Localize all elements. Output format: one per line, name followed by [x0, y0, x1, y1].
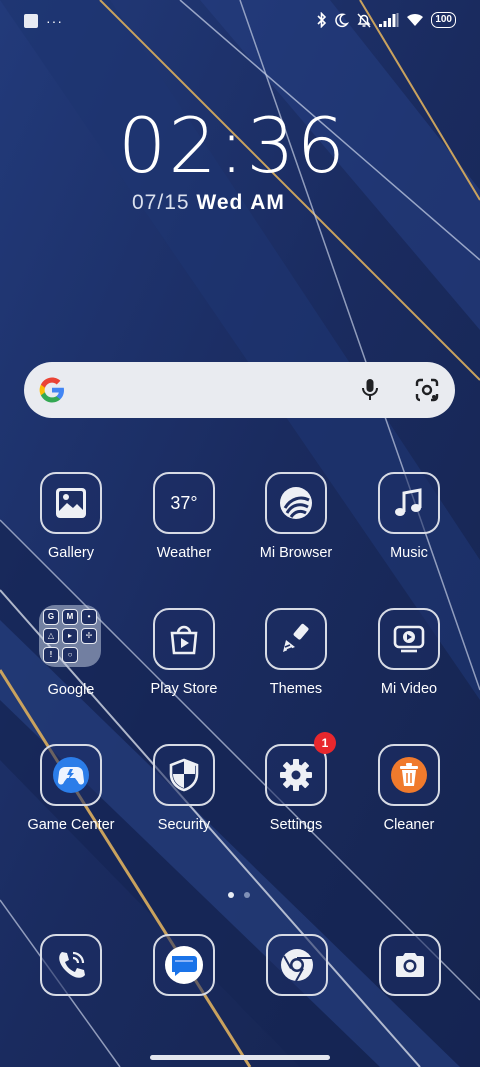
google-lens-icon[interactable]: [414, 377, 440, 403]
app-mi-video[interactable]: Mi Video: [353, 608, 465, 718]
app-label: Weather: [156, 545, 212, 561]
app-label: Cleaner: [383, 817, 435, 833]
app-cleaner[interactable]: Cleaner: [353, 744, 465, 854]
mi-video-icon: [378, 608, 440, 670]
gallery-icon: [40, 472, 102, 534]
bluetooth-icon: [317, 12, 327, 28]
app-mi-browser[interactable]: Mi Browser: [240, 472, 352, 582]
themes-icon: [265, 608, 327, 670]
camera-icon: [379, 934, 441, 996]
wifi-icon: [407, 13, 424, 26]
ampm-text: AM: [250, 191, 285, 214]
gmail-mini-icon: M: [62, 609, 78, 625]
mi-browser-icon: [265, 472, 327, 534]
app-label: Settings: [269, 817, 323, 833]
weather-temp: 37°: [170, 492, 198, 513]
app-play-store[interactable]: Play Store: [128, 608, 240, 718]
drive-mini-icon: △: [43, 628, 59, 644]
signal-icon: [379, 13, 399, 27]
maps-mini-icon: •: [81, 609, 97, 625]
app-themes[interactable]: Themes: [240, 608, 352, 718]
app-gallery[interactable]: Gallery: [15, 472, 127, 582]
weekday-text: Wed: [196, 191, 244, 214]
app-music[interactable]: Music: [353, 472, 465, 582]
meet-mini-icon: ▸: [62, 628, 78, 644]
app-label: Gallery: [48, 545, 94, 561]
music-icon: [378, 472, 440, 534]
google-folder-icon: G M • △ ▸ ✢ ! ○: [39, 605, 101, 667]
google-logo-icon: [39, 377, 64, 403]
dock-chrome[interactable]: [266, 934, 328, 996]
app-game-center[interactable]: Game Center: [15, 744, 127, 854]
app-weather[interactable]: 37° Weather: [128, 472, 240, 582]
weather-icon: 37°: [153, 472, 215, 534]
google-search-bar[interactable]: [24, 362, 455, 418]
notification-icon: [24, 14, 38, 28]
more-notifications-icon: ···: [46, 13, 63, 29]
page-dot: [244, 892, 250, 898]
date-text: 07/15: [132, 191, 190, 214]
status-bar: ··· 100: [0, 0, 480, 44]
app-label: Mi Browser: [259, 545, 333, 561]
app-label: Themes: [269, 681, 323, 697]
clock-date[interactable]: 07/15 Wed AM: [132, 191, 285, 215]
cleaner-icon: [378, 744, 440, 806]
google-mini-icon: G: [43, 609, 59, 625]
assistant-mini-icon: !: [43, 647, 59, 663]
do-not-disturb-icon: [335, 13, 350, 28]
home-indicator[interactable]: [150, 1055, 330, 1060]
dock-messages[interactable]: [153, 934, 215, 996]
app-google-folder[interactable]: G M • △ ▸ ✢ ! ○ Google: [15, 605, 127, 715]
chrome-icon: [266, 934, 328, 996]
game-center-icon: [40, 744, 102, 806]
photos-mini-icon: ✢: [81, 628, 97, 644]
messages-icon: [153, 934, 215, 996]
app-label: Security: [157, 817, 211, 833]
battery-level: 100: [435, 14, 452, 25]
battery-icon: 100: [431, 12, 456, 28]
muted-bell-icon: [357, 13, 371, 28]
app-label: Music: [390, 545, 428, 561]
play-store-icon: [153, 608, 215, 670]
microphone-icon[interactable]: [359, 377, 381, 403]
files-mini-icon: ○: [62, 647, 78, 663]
app-label: Play Store: [150, 681, 218, 697]
dock-camera[interactable]: [379, 934, 441, 996]
clock-time[interactable]: 02:36: [118, 104, 347, 188]
app-label: Game Center: [27, 817, 115, 833]
dock-phone[interactable]: [40, 934, 102, 996]
app-settings[interactable]: 1 Settings: [240, 732, 352, 854]
app-label: Mi Video: [380, 681, 438, 697]
page-dot-active: [228, 892, 234, 898]
app-security[interactable]: Security: [128, 744, 240, 854]
notification-badge: 1: [314, 732, 336, 754]
security-icon: [153, 744, 215, 806]
settings-icon: [265, 744, 327, 806]
phone-icon: [40, 934, 102, 996]
page-indicator: [228, 892, 250, 898]
app-label: Google: [47, 682, 95, 698]
